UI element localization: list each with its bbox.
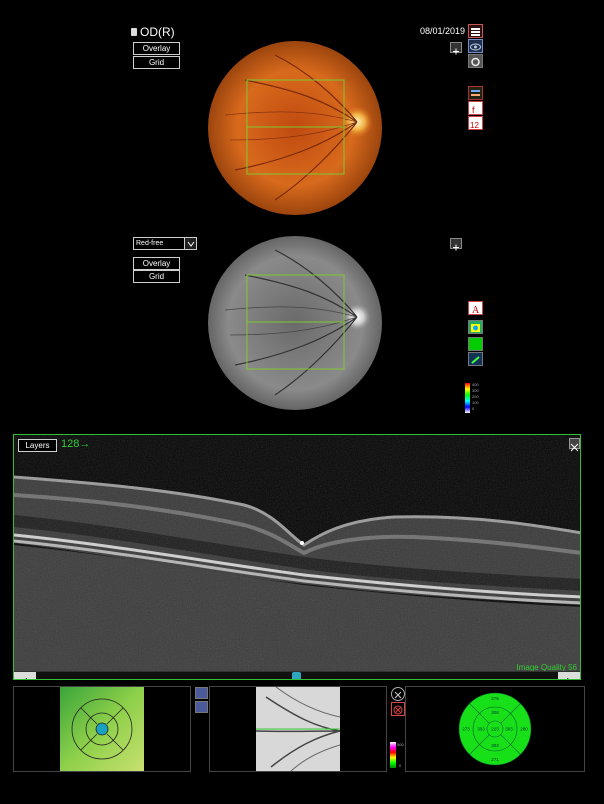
etdrs-center: 223	[491, 727, 499, 732]
thickness-map-icon[interactable]	[468, 320, 483, 334]
etdrs-temporal-inner: 303	[477, 727, 485, 732]
marker-icon[interactable]: f	[468, 101, 483, 115]
overlay-button-bottom[interactable]: Overlay	[133, 257, 180, 270]
fundus-color-image[interactable]	[205, 40, 385, 216]
expand-icon[interactable]	[450, 42, 462, 55]
eye-icon[interactable]	[468, 39, 483, 53]
close-active-icon[interactable]	[391, 702, 405, 716]
etdrs-temporal-outer: 273	[462, 727, 470, 732]
oct-bscan-panel[interactable]: Layers 128→ Image Quality 56	[13, 434, 581, 680]
scale-bottom-label: 0	[399, 763, 402, 768]
enface-image	[256, 687, 340, 771]
enface-panel[interactable]	[209, 686, 387, 772]
filter-dropdown[interactable]: Red-free	[133, 237, 197, 250]
thickness-color-scale: 500 0	[390, 742, 406, 768]
expand-icon[interactable]	[450, 238, 462, 251]
etdrs-nasal-inner: 303	[505, 727, 513, 732]
thickness-map-image	[60, 687, 144, 771]
svg-text:f: f	[472, 105, 475, 115]
fundus-scale-label: 400	[472, 382, 479, 387]
fundus-scale-label: 0	[472, 406, 475, 411]
scroll-right-icon[interactable]	[558, 672, 580, 679]
camera-icon	[131, 28, 137, 36]
etdrs-inferior-inner: 303	[491, 743, 499, 748]
map-type-icon[interactable]	[195, 687, 208, 699]
grid-button-bottom[interactable]: Grid	[133, 270, 180, 283]
eye-label: OD(R)	[140, 25, 175, 39]
settings-icon[interactable]	[468, 54, 483, 68]
scroll-left-icon[interactable]	[14, 672, 36, 679]
expand-icon[interactable]	[569, 438, 580, 452]
grid-button-top[interactable]: Grid	[133, 56, 180, 69]
etdrs-panel[interactable]: 276 308 223 273 303 303 280 303 271	[405, 686, 585, 772]
chevron-down-icon	[184, 238, 196, 249]
green-map-icon[interactable]	[468, 337, 483, 351]
layers-button[interactable]: Layers	[18, 439, 57, 452]
fundus-redfree-image[interactable]	[205, 235, 385, 411]
fundus-scale-label: 100	[472, 400, 479, 405]
eye-indicator: OD(R)	[131, 25, 175, 39]
map-compare-icon[interactable]	[195, 701, 208, 713]
measure-icon[interactable]: 12	[468, 116, 483, 130]
scroll-thumb[interactable]	[292, 672, 301, 679]
layers-icon[interactable]	[468, 86, 483, 100]
etdrs-nasal-outer: 280	[520, 727, 528, 732]
oct-scrollbar[interactable]	[14, 671, 580, 679]
close-icon[interactable]	[391, 687, 405, 701]
fundus-scale-label: 300	[472, 388, 479, 393]
thickness-map-panel[interactable]	[13, 686, 191, 772]
crosshair-icon[interactable]	[468, 352, 483, 366]
etdrs-chart: 276 308 223 273 303 303 280 303 271	[458, 692, 532, 766]
slice-indicator: 128→	[61, 438, 91, 450]
fundus-color-scale: 400 300 200 100 0	[465, 383, 485, 415]
etdrs-superior-outer: 276	[491, 696, 499, 701]
text-annotation-icon[interactable]: A	[468, 301, 483, 316]
svg-text:A: A	[472, 305, 480, 315]
exam-date: 08/01/2019	[420, 26, 466, 36]
svg-text:12: 12	[470, 121, 479, 130]
overlay-button-top[interactable]: Overlay	[133, 42, 180, 55]
filter-selected-label: Red-free	[136, 240, 164, 247]
report-icon[interactable]	[468, 24, 483, 38]
etdrs-inferior-outer: 271	[491, 757, 499, 762]
scale-top-label: 500	[397, 742, 404, 747]
fundus-scale-label: 200	[472, 394, 479, 399]
oct-bscan-image	[14, 435, 580, 679]
etdrs-superior-inner: 308	[491, 710, 499, 715]
